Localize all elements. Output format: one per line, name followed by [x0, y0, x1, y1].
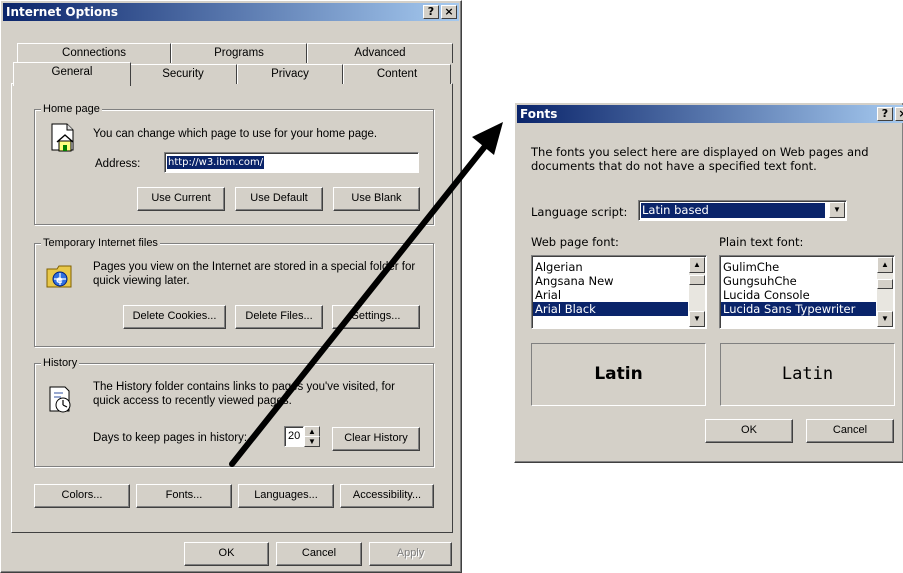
fonts-title: Fonts: [520, 107, 558, 121]
delete-files-button[interactable]: Delete Files...: [235, 305, 323, 329]
list-item[interactable]: Algerian: [533, 260, 688, 274]
ok-button[interactable]: OK: [184, 542, 269, 566]
address-input-value: http://w3.ibm.com/: [167, 156, 265, 169]
tab-content-label: Content: [376, 68, 418, 80]
temp-files-folder-icon: e: [46, 265, 72, 288]
temp-files-group: Temporary Internet files: [34, 236, 434, 347]
language-script-label: Language script:: [531, 205, 628, 219]
cancel-button[interactable]: Cancel: [276, 542, 362, 566]
web-font-preview-text: Latin: [594, 364, 643, 384]
use-current-button[interactable]: Use Current: [137, 187, 225, 211]
home-page-description: You can change which page to use for you…: [93, 128, 378, 140]
tab-general[interactable]: General: [13, 62, 131, 86]
list-item[interactable]: GulimChe: [721, 260, 876, 274]
list-item[interactable]: Lucida Console: [721, 288, 876, 302]
fonts-titlebar[interactable]: Fonts ? ×: [517, 105, 903, 123]
svg-text:e: e: [56, 275, 63, 286]
tab-privacy[interactable]: Privacy: [237, 64, 343, 84]
tab-advanced[interactable]: Advanced: [307, 43, 453, 63]
list-item[interactable]: GungsuhChe: [721, 274, 876, 288]
fonts-close-button[interactable]: ×: [895, 107, 903, 121]
plain-font-scrollbar[interactable]: ▲ ▼: [877, 257, 893, 327]
apply-button[interactable]: Apply: [369, 542, 452, 566]
spin-down-icon[interactable]: ▼: [304, 436, 320, 447]
history-label: History: [41, 356, 80, 370]
home-page-icon: [51, 123, 74, 152]
tab-general-label: General: [51, 66, 93, 78]
tab-content[interactable]: Content: [343, 64, 451, 84]
tab-security-label: Security: [162, 68, 204, 80]
list-item-selected[interactable]: Lucida Sans Typewriter: [721, 302, 876, 316]
tab-connections-label: Connections: [62, 47, 126, 59]
scroll-down-icon[interactable]: ▼: [877, 311, 893, 327]
plain-text-font-list[interactable]: GulimChe GungsuhChe Lucida Console Lucid…: [719, 255, 895, 329]
scroll-thumb[interactable]: [877, 279, 893, 289]
days-to-keep-input[interactable]: 20: [284, 426, 304, 447]
days-to-keep-label: Days to keep pages in history:: [93, 432, 248, 444]
languages-button[interactable]: Languages...: [238, 484, 334, 508]
web-font-items: Algerian Angsana New Arial Arial Black: [533, 260, 688, 316]
tab-security[interactable]: Security: [129, 64, 237, 84]
fonts-dialog: Fonts ? × The fonts you select here are …: [514, 102, 903, 463]
web-font-scrollbar[interactable]: ▲ ▼: [689, 257, 705, 327]
address-label: Address:: [95, 158, 141, 170]
tab-advanced-label: Advanced: [354, 47, 406, 59]
web-page-font-list[interactable]: Algerian Angsana New Arial Arial Black ▲…: [531, 255, 707, 329]
internet-options-titlebar[interactable]: Internet Options ? ×: [3, 3, 459, 21]
language-script-select[interactable]: Latin based ▼: [638, 200, 847, 221]
temp-files-label: Temporary Internet files: [41, 236, 160, 250]
close-button[interactable]: ×: [441, 5, 457, 19]
settings-button[interactable]: Settings...: [332, 305, 420, 329]
colors-button[interactable]: Colors...: [34, 484, 130, 508]
list-item[interactable]: Arial: [533, 288, 688, 302]
clear-history-button[interactable]: Clear History: [332, 427, 420, 451]
fonts-button[interactable]: Fonts...: [136, 484, 232, 508]
days-spin-buttons[interactable]: ▲ ▼: [304, 426, 320, 447]
accessibility-button[interactable]: Accessibility...: [340, 484, 434, 508]
plain-text-font-label: Plain text font:: [719, 235, 804, 249]
scroll-up-icon[interactable]: ▲: [877, 257, 893, 273]
language-script-value: Latin based: [641, 203, 825, 218]
history-description: The History folder contains links to pag…: [93, 381, 395, 407]
plain-font-preview-text: Latin: [781, 364, 834, 384]
days-to-keep-value: 20: [288, 430, 301, 442]
web-font-preview: Latin: [531, 343, 706, 406]
delete-cookies-button[interactable]: Delete Cookies...: [123, 305, 226, 329]
web-page-font-label: Web page font:: [531, 235, 619, 249]
internet-options-window: Internet Options ? × Connections Program…: [0, 0, 462, 573]
language-dropdown-icon[interactable]: ▼: [829, 202, 845, 218]
fonts-ok-button[interactable]: OK: [705, 419, 793, 443]
tab-connections[interactable]: Connections: [17, 43, 171, 63]
use-blank-button[interactable]: Use Blank: [333, 187, 420, 211]
history-group: History: [34, 356, 434, 467]
home-page-label: Home page: [41, 102, 102, 116]
tab-programs-label: Programs: [214, 47, 264, 59]
tab-programs[interactable]: Programs: [171, 43, 307, 63]
fonts-description: The fonts you select here are displayed …: [531, 145, 869, 173]
temp-files-description: Pages you view on the Internet are store…: [93, 261, 416, 287]
address-input[interactable]: http://w3.ibm.com/: [164, 152, 419, 173]
scroll-up-icon[interactable]: ▲: [689, 257, 705, 273]
plain-font-preview: Latin: [720, 343, 895, 406]
tab-privacy-label: Privacy: [271, 68, 309, 80]
fonts-cancel-button[interactable]: Cancel: [806, 419, 894, 443]
internet-options-title: Internet Options: [6, 5, 118, 19]
fonts-help-button[interactable]: ?: [877, 107, 893, 121]
use-default-button[interactable]: Use Default: [235, 187, 323, 211]
list-item-selected[interactable]: Arial Black: [533, 302, 688, 316]
list-item[interactable]: Angsana New: [533, 274, 688, 288]
help-button[interactable]: ?: [423, 5, 439, 19]
history-icon: [49, 386, 71, 413]
plain-font-items: GulimChe GungsuhChe Lucida Console Lucid…: [721, 260, 876, 316]
scroll-thumb[interactable]: [689, 275, 705, 285]
scroll-down-icon[interactable]: ▼: [689, 311, 705, 327]
